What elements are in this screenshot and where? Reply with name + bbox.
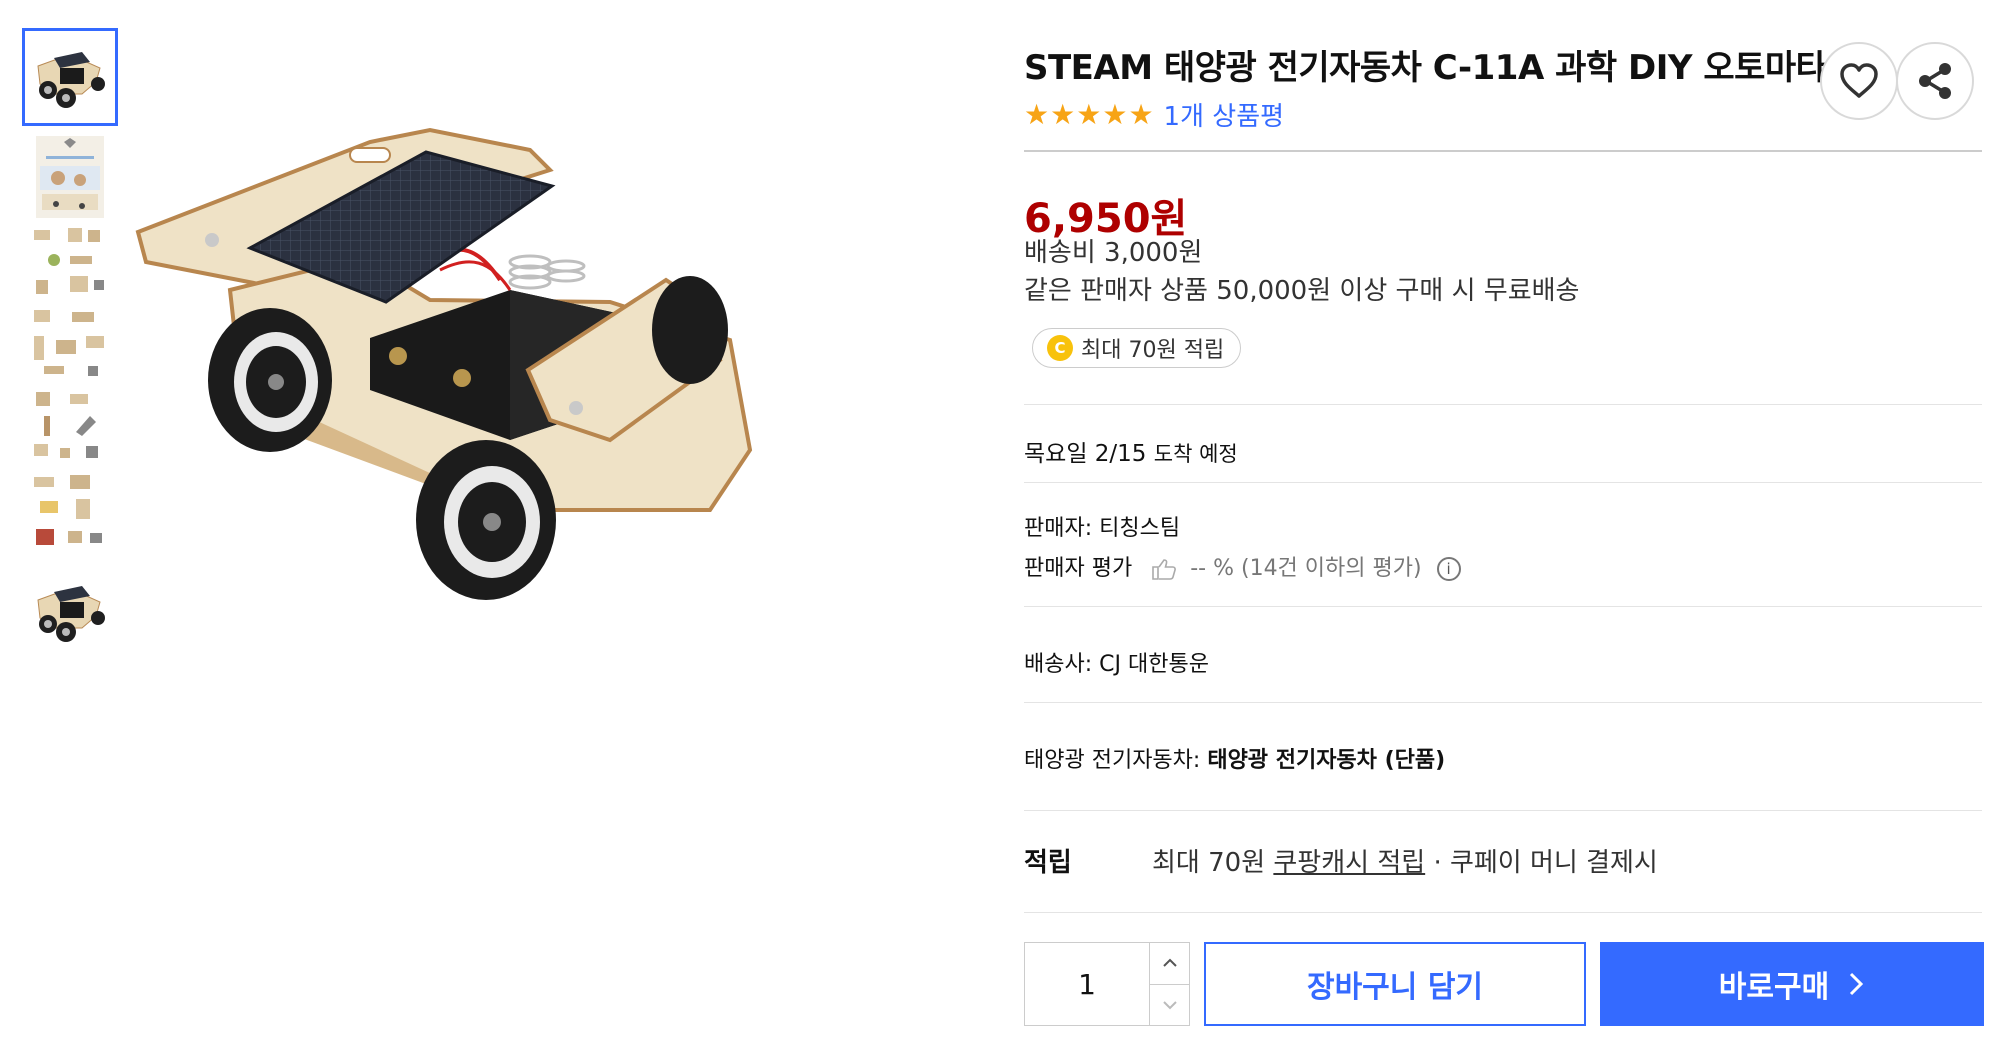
rating-stars: ★ ★ ★ ★ ★ — [1024, 97, 1154, 131]
quantity-decrease-button[interactable] — [1150, 983, 1189, 1026]
thumbs-up-icon — [1152, 559, 1177, 580]
shipping-fee: 배송비 3,000원 — [1024, 238, 1203, 268]
wishlist-button[interactable] — [1820, 42, 1898, 120]
divider — [1024, 482, 1982, 483]
heart-icon — [1840, 63, 1878, 98]
kit-package-thumb-image — [36, 136, 104, 218]
quantity-input[interactable] — [1025, 943, 1149, 1025]
coin-icon: C — [1047, 335, 1073, 361]
star-icon: ★ — [1128, 97, 1154, 131]
divider — [1024, 404, 1982, 405]
reward-prefix: 최대 70원 — [1152, 848, 1266, 878]
seller-name: 판매자: 티칭스팀 — [1024, 516, 1181, 541]
reward-suffix: · 쿠페이 머니 결제시 — [1433, 848, 1658, 878]
chevron-right-icon — [1850, 972, 1864, 996]
reward-badge-label: 최대 70원 적립 — [1081, 338, 1225, 363]
delivery-label: 도착 예정 — [1153, 442, 1238, 466]
solar-car-thumb-image-2 — [37, 586, 105, 642]
seller-rating-label: 판매자 평가 — [1024, 556, 1133, 581]
carrier: 배송사: CJ 대한통운 — [1024, 652, 1209, 677]
rating-row: ★ ★ ★ ★ ★ 1개 상품평 — [1024, 96, 1284, 133]
star-icon: ★ — [1050, 97, 1076, 131]
kit-collection-thumb-image-2 — [34, 310, 104, 376]
divider — [1024, 150, 1982, 152]
quantity-stepper — [1024, 942, 1190, 1026]
kit-collection-thumb-image-1 — [34, 228, 104, 294]
chevron-up-icon — [1162, 958, 1177, 967]
seller-rating-value: -- % — [1190, 556, 1234, 581]
thumbnail-solar-car-2[interactable] — [22, 566, 118, 656]
main-product-image[interactable] — [130, 90, 970, 830]
thumbnail-kit-collection-3[interactable] — [22, 386, 118, 468]
kit-collection-thumb-image-3 — [34, 392, 98, 458]
kit-collection-thumb-image-4 — [34, 475, 102, 545]
divider — [1024, 702, 1982, 703]
star-icon: ★ — [1024, 97, 1050, 131]
option-row: 태양광 전기자동차: 태양광 전기자동차 (단품) — [1024, 742, 1445, 774]
coupang-cash-link[interactable]: 쿠팡캐시 적립 — [1273, 848, 1425, 878]
star-icon: ★ — [1076, 97, 1102, 131]
divider — [1024, 912, 1982, 913]
delivery-estimate: 목요일 2/15 도착 예정 — [1024, 434, 1238, 468]
star-icon: ★ — [1102, 97, 1128, 131]
divider — [1024, 606, 1982, 607]
thumbnail-solar-car[interactable] — [22, 28, 118, 126]
rear-right-wheel — [652, 276, 728, 384]
thumbnail-kit-collection-1[interactable] — [22, 222, 118, 304]
product-info-panel: STEAM 태양광 전기자동차 C-11A 과학 DIY 오토마타 ★ ★ ★ … — [1024, 0, 1984, 1042]
share-button[interactable] — [1896, 42, 1974, 120]
option-label: 태양광 전기자동차: — [1024, 748, 1201, 773]
front-left-wheel — [416, 440, 556, 600]
chevron-down-icon — [1162, 1001, 1177, 1010]
rear-left-wheel — [208, 308, 332, 452]
info-icon[interactable]: i — [1436, 557, 1461, 581]
quantity-step-buttons — [1149, 943, 1189, 1025]
delivery-date: 목요일 2/15 — [1024, 441, 1147, 467]
solar-car-thumb-image — [37, 52, 105, 108]
free-shipping-note: 같은 판매자 상품 50,000원 이상 구매 시 무료배송 — [1024, 276, 1580, 306]
thumbnail-kit-package[interactable] — [22, 134, 118, 220]
solar-car-illustration — [135, 127, 753, 600]
option-value: 태양광 전기자동차 (단품) — [1207, 748, 1446, 773]
quantity-increase-button[interactable] — [1150, 943, 1189, 984]
reward-description: 최대 70원 쿠팡캐시 적립 · 쿠페이 머니 결제시 — [1152, 842, 1658, 879]
reward-label: 적립 — [1024, 848, 1072, 878]
buy-now-label: 바로구매 — [1718, 970, 1830, 1005]
thumbnail-kit-collection-4[interactable] — [22, 468, 118, 558]
reward-badge: C 최대 70원 적립 — [1032, 328, 1242, 368]
review-count-link[interactable]: 1개 상품평 — [1164, 96, 1285, 133]
thumbnail-kit-collection-2[interactable] — [22, 304, 118, 386]
buy-now-button[interactable]: 바로구매 — [1600, 942, 1984, 1026]
add-to-cart-button[interactable]: 장바구니 담기 — [1204, 942, 1586, 1026]
seller-rating-row: 판매자 평가 -- % (14건 이하의 평가) i — [1024, 550, 1461, 582]
divider — [1024, 810, 1982, 811]
add-to-cart-label: 장바구니 담기 — [1306, 970, 1484, 1005]
share-icon — [1919, 63, 1951, 99]
seller-rating-note: (14건 이하의 평가) — [1240, 556, 1422, 581]
product-title: STEAM 태양광 전기자동차 C-11A 과학 DIY 오토마타 — [1024, 48, 1827, 88]
